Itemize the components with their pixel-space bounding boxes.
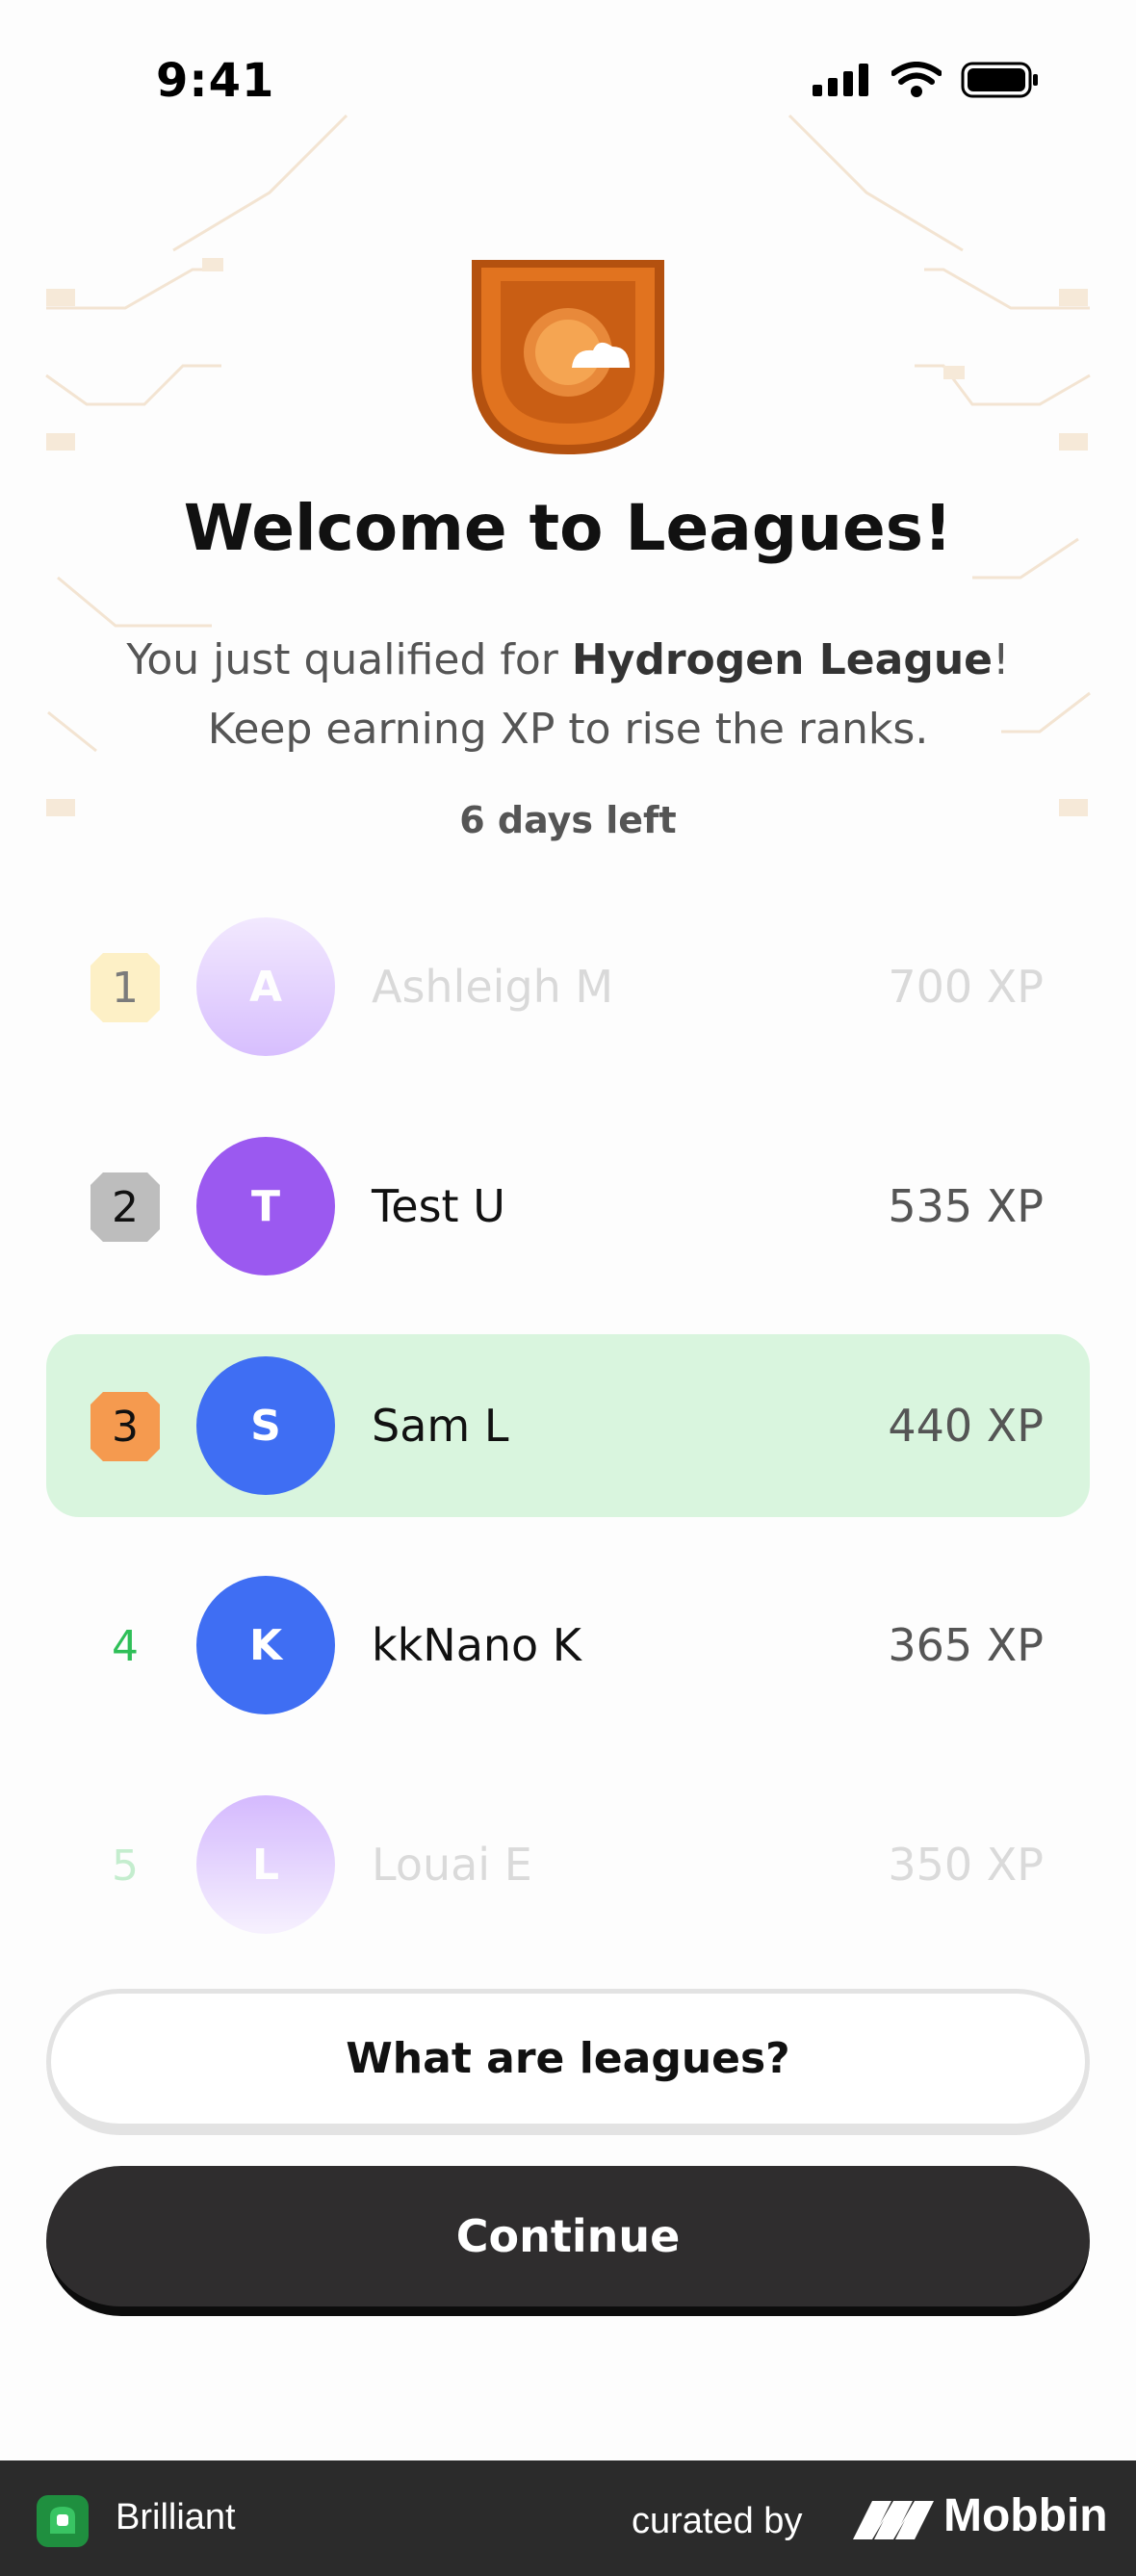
leaderboard-row-current-user[interactable]: 3 S Sam L 440 XP [46,1334,1090,1517]
user-name: Ashleigh M [372,961,614,1013]
rank-number: 4 [112,1621,139,1671]
rank-number: 1 [112,963,139,1013]
what-are-leagues-button[interactable]: What are leagues? [46,1989,1090,2135]
page-title: Welcome to Leagues! [183,491,953,565]
league-name: Hydrogen League [571,635,994,684]
rank-number: 3 [112,1402,139,1452]
user-xp: 535 XP [888,1180,1044,1232]
continue-button[interactable]: Continue [46,2166,1090,2316]
rank-label: 4 [90,1611,160,1681]
avatar: A [196,917,335,1056]
avatar-initial: A [248,962,283,1012]
avatar: S [196,1356,335,1495]
user-name: Louai E [372,1839,532,1891]
rank-number: 2 [112,1182,139,1232]
leaderboard-row[interactable]: 1 A Ashleigh M 700 XP [46,895,1090,1078]
battery-icon [961,62,1038,98]
rank-chip: 1 [90,953,160,1022]
subtitle-line-2: Keep earning XP to rise the ranks. [207,705,929,754]
status-bar: 9:41 [0,0,1136,144]
status-icons [813,62,1040,98]
status-time: 9:41 [156,54,275,108]
user-xp: 350 XP [888,1839,1044,1891]
subtitle-prefix: You just qualified for [126,635,572,684]
rank-number: 5 [112,1841,139,1891]
avatar-initial: S [250,1401,281,1451]
rank-label: 5 [90,1831,160,1900]
wifi-icon [891,62,942,97]
avatar: T [196,1137,335,1275]
user-xp: 700 XP [888,961,1044,1013]
avatar-initial: T [250,1181,280,1231]
curated-by-label: curated by [632,2501,803,2541]
user-name: Test U [372,1180,505,1232]
user-xp: 440 XP [888,1400,1044,1452]
leaderboard-row[interactable]: 4 K kkNano K 365 XP [46,1554,1090,1737]
days-left-label: 6 days left [459,799,677,841]
avatar: K [196,1576,335,1714]
mobbin-brand: Mobbin [943,2490,1108,2541]
cellular-signal-icon [813,64,868,96]
avatar: L [196,1795,335,1934]
user-xp: 365 XP [888,1619,1044,1671]
leaderboard-row[interactable]: 5 L Louai E 350 XP [46,1773,1090,1956]
user-name: kkNano K [372,1619,581,1671]
footer-bar: Brilliant curated by Mobbin [0,2460,1136,2576]
brilliant-app-icon [37,2495,89,2547]
page-subtitle: You just qualified for Hydrogen League! … [87,626,1049,764]
rank-chip: 3 [90,1392,160,1461]
hydrogen-league-badge-icon [472,260,664,454]
mobbin-logo-icon [853,2501,934,2539]
leaderboard-row[interactable]: 2 T Test U 535 XP [46,1115,1090,1298]
avatar-initial: K [248,1620,283,1670]
subtitle-suffix: ! [993,635,1010,684]
leagues-screen: 9:41 Welcome to Leagues! You just qualif… [0,0,1136,2460]
app-name: Brilliant [116,2497,236,2537]
user-name: Sam L [372,1400,509,1452]
avatar-initial: L [251,1840,280,1890]
rank-chip: 2 [90,1172,160,1242]
